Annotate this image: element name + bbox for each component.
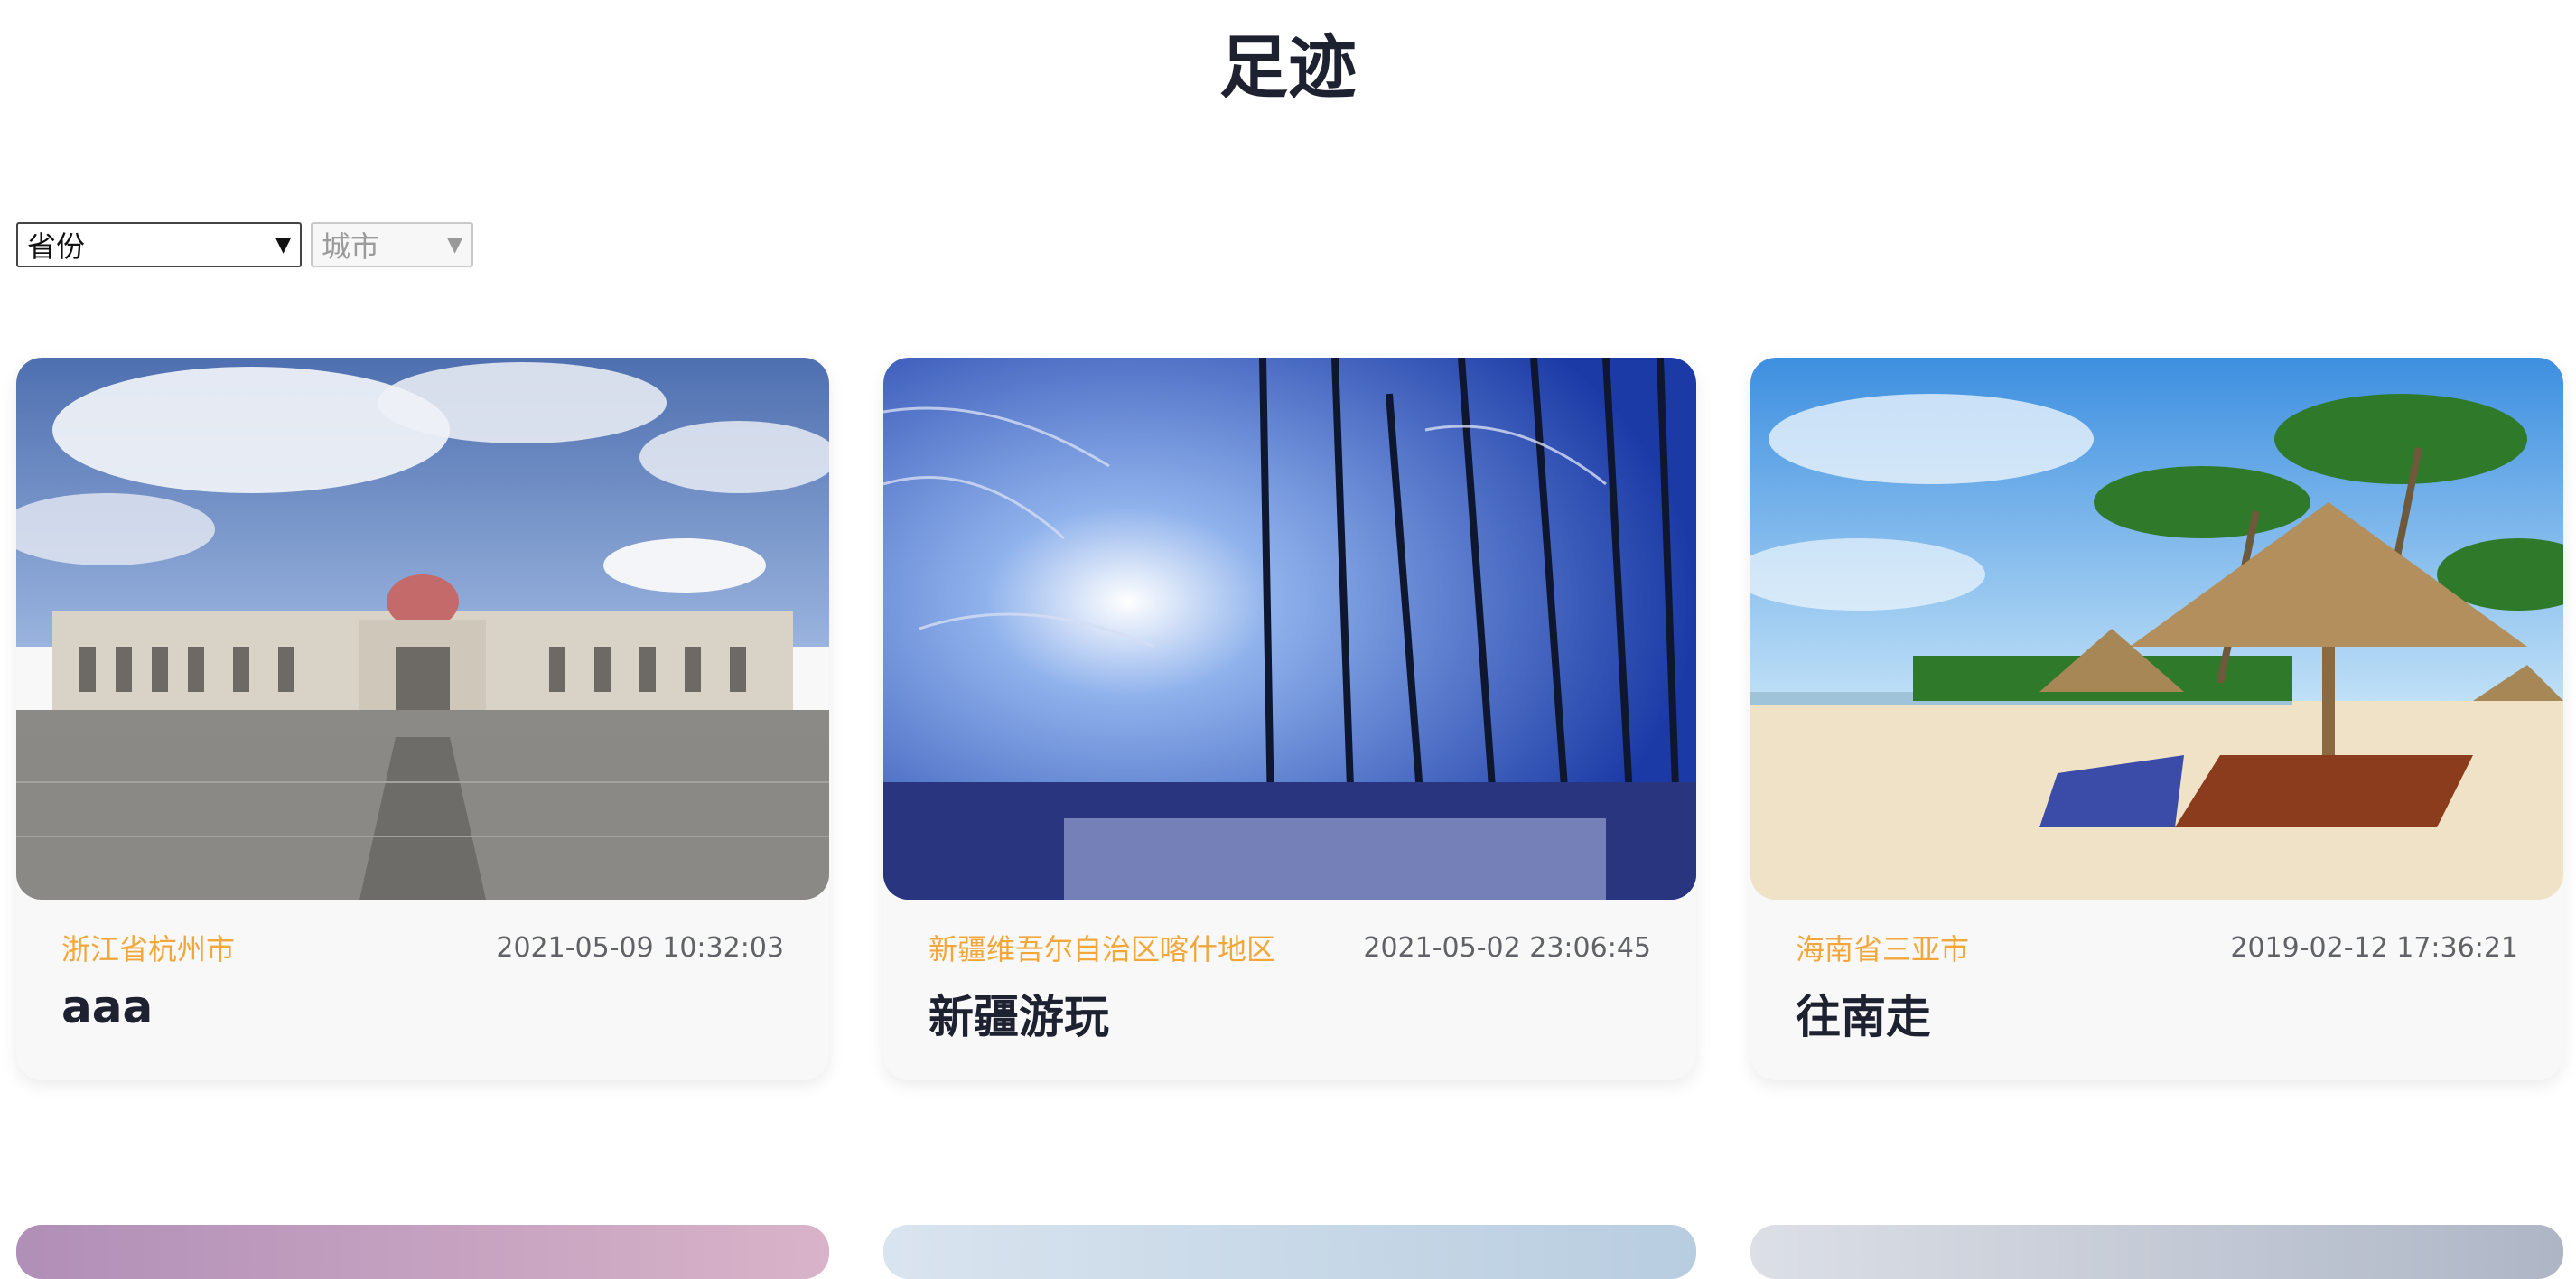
footprint-card[interactable]: 海南省三亚市 2019-02-12 17:36:21 往南走 <box>1750 358 2563 1080</box>
card-place: 海南省三亚市 <box>1796 932 1970 966</box>
footprint-card[interactable]: 新疆维吾尔自治区喀什地区 2021-05-02 23:06:45 新疆游玩 <box>883 358 1696 1080</box>
card-meta: 海南省三亚市 2019-02-12 17:36:21 <box>1796 927 2518 968</box>
card-title[interactable]: aaa <box>61 981 153 1033</box>
province-select-value: 省份 <box>27 229 86 264</box>
card-time: 2021-05-02 23:06:45 <box>1363 931 1651 964</box>
footprint-card-partial[interactable] <box>1750 1225 2563 1279</box>
card-meta: 浙江省杭州市 2021-05-09 10:32:03 <box>61 927 784 968</box>
city-select-value: 城市 <box>322 229 380 264</box>
card-meta: 新疆维吾尔自治区喀什地区 2021-05-02 23:06:45 <box>929 927 1651 968</box>
filters-bar: 省份 ▼ 城市 ▼ <box>16 222 473 267</box>
snowy-forest-photo <box>883 358 1696 900</box>
footprint-card[interactable]: 浙江省杭州市 2021-05-09 10:32:03 aaa <box>16 358 829 1080</box>
footprint-card-partial[interactable] <box>16 1225 829 1279</box>
card-title[interactable]: 往南走 <box>1796 981 1931 1046</box>
footprint-card-partial[interactable] <box>883 1225 1696 1279</box>
chevron-down-icon: ▼ <box>447 233 462 257</box>
building-plaza-photo <box>16 358 829 900</box>
page-title: 足迹 <box>1219 27 1357 107</box>
card-time: 2021-05-09 10:32:03 <box>496 931 784 964</box>
card-place: 浙江省杭州市 <box>61 932 236 966</box>
card-time: 2019-02-12 17:36:21 <box>2230 931 2518 964</box>
beach-umbrellas-photo <box>1750 358 2563 900</box>
province-select[interactable]: 省份 ▼ <box>16 222 302 267</box>
card-title[interactable]: 新疆游玩 <box>929 981 1109 1046</box>
city-select[interactable]: 城市 ▼ <box>311 222 473 267</box>
chevron-down-icon: ▼ <box>275 233 291 257</box>
card-place: 新疆维吾尔自治区喀什地区 <box>929 932 1276 966</box>
